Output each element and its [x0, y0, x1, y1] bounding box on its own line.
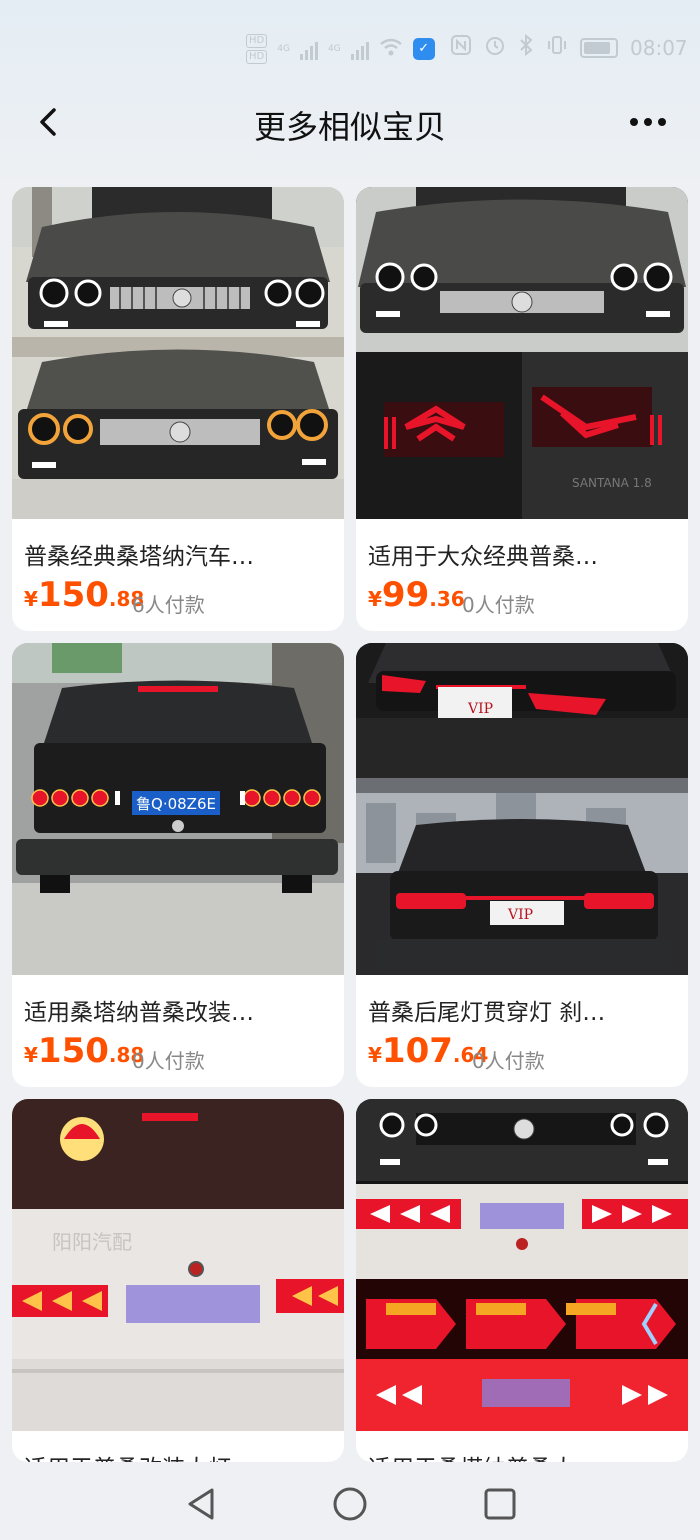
product-price: ¥150.88 — [24, 575, 144, 615]
signal-icon — [299, 38, 318, 60]
square-recents-icon — [484, 1488, 516, 1520]
network-type-1: 4G — [277, 44, 290, 54]
price-currency: ¥ — [24, 587, 38, 611]
product-name: 适用于大众经典普桑… — [368, 544, 598, 570]
price-integer: 150 — [37, 575, 109, 615]
license-plate: 鲁Q·08Z6E — [136, 795, 216, 813]
header: 更多相似宝贝 — [0, 92, 700, 156]
product-price: ¥150.88 — [24, 1031, 144, 1071]
product-name: 适用于普桑改装大灯 — [24, 1449, 231, 1462]
status-bar: HD HD 4G 4G ✓ 08:07 — [0, 26, 700, 76]
product-image: 鲁Q·08Z6E — [12, 643, 344, 975]
hd-badge-2: HD — [246, 50, 268, 64]
more-button[interactable] — [620, 100, 676, 144]
product-name: 适用于桑塔纳普桑大 — [368, 1449, 575, 1462]
product-image — [356, 1099, 688, 1431]
product-image — [12, 187, 344, 519]
sold-count: 0人付款 — [472, 1049, 545, 1073]
more-dot-icon — [644, 118, 652, 126]
product-name: 普桑后尾灯贯穿灯 刹… — [368, 1000, 606, 1026]
more-dot-icon — [630, 118, 638, 126]
santana-emblem: SANTANA 1.8 — [572, 476, 652, 490]
alarm-icon — [484, 34, 506, 61]
product-card-4[interactable]: VIP VIP 普桑后尾灯贯穿灯 刹… ¥107.64 0人付款 — [356, 643, 688, 1087]
nav-home-button[interactable] — [330, 1484, 370, 1524]
wifi-icon — [379, 37, 403, 62]
product-image: 阳阳汽配 — [12, 1099, 344, 1431]
price-decimal: .36 — [429, 587, 465, 611]
shield-icon: ✓ — [412, 38, 435, 60]
hd-badge-1: HD — [246, 34, 268, 48]
battery-icon — [580, 37, 618, 58]
nfc-icon — [450, 34, 472, 61]
sold-count: 6人付款 — [132, 593, 205, 617]
product-card-1[interactable]: 普桑经典桑塔纳汽车… ¥150.88 6人付款 — [12, 187, 344, 631]
price-integer: 99 — [381, 575, 430, 615]
product-image: SANTANA 1.8 — [356, 187, 688, 519]
signal-icon-2 — [350, 38, 369, 60]
more-dot-icon — [658, 118, 666, 126]
product-image: VIP VIP — [356, 643, 688, 975]
product-name: 普桑经典桑塔纳汽车… — [24, 544, 254, 570]
nav-recents-button[interactable] — [480, 1484, 520, 1524]
price-integer: 150 — [37, 1031, 109, 1071]
product-card-6[interactable]: 适用于桑塔纳普桑大 — [356, 1099, 688, 1462]
bluetooth-icon — [518, 33, 534, 61]
sold-count: 0人付款 — [132, 1049, 205, 1073]
vip-plate-1: VIP — [467, 701, 493, 717]
product-price: ¥99.36 — [368, 575, 465, 615]
circle-home-icon — [333, 1487, 367, 1521]
vip-plate-2: VIP — [507, 907, 533, 923]
page-title: 更多相似宝贝 — [253, 108, 446, 146]
price-currency: ¥ — [368, 587, 382, 611]
product-price: ¥107.64 — [368, 1031, 488, 1071]
price-currency: ¥ — [368, 1043, 382, 1067]
price-integer: 107 — [381, 1031, 453, 1071]
sold-count: 0人付款 — [462, 593, 535, 617]
product-card-5[interactable]: 阳阳汽配 适用于普桑改装大灯 — [12, 1099, 344, 1462]
vibrate-icon — [546, 34, 568, 61]
triangle-back-icon — [188, 1488, 214, 1520]
product-card-3[interactable]: 鲁Q·08Z6E 适用桑塔纳普桑改装… ¥150.88 0人付款 — [12, 643, 344, 1087]
price-currency: ¥ — [24, 1043, 38, 1067]
product-name: 适用桑塔纳普桑改装… — [24, 1000, 254, 1026]
product-card-2[interactable]: SANTANA 1.8 适用于大众经典普桑… ¥99.36 0人付款 — [356, 187, 688, 631]
network-type-2: 4G — [327, 44, 341, 54]
system-navigation-bar — [0, 1462, 700, 1540]
status-time: 08:07 — [630, 35, 688, 60]
watermark-text: 阳阳汽配 — [52, 1230, 132, 1254]
nav-back-button[interactable] — [182, 1484, 222, 1524]
